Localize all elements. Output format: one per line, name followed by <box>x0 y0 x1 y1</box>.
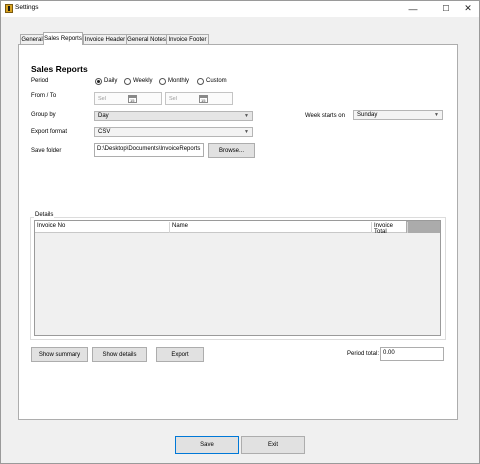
details-label: Details <box>34 212 55 218</box>
period-monthly-radio[interactable] <box>159 78 166 85</box>
period-monthly-label[interactable]: Monthly <box>168 78 189 84</box>
tab-sales-reports[interactable]: Sales Reports <box>43 32 83 45</box>
export-button[interactable]: Export <box>156 347 204 362</box>
save-folder-label: Save folder <box>31 148 62 154</box>
period-weekly-radio[interactable] <box>124 78 131 85</box>
chevron-down-icon: ▼ <box>244 129 249 135</box>
column-header-invoice-no[interactable]: Invoice No <box>35 222 170 233</box>
from-date-field[interactable]: Sel 15 <box>94 92 162 105</box>
chevron-down-icon: ▼ <box>434 112 439 118</box>
chevron-down-icon: ▼ <box>244 113 249 119</box>
browse-button[interactable]: Browse... <box>208 143 255 158</box>
show-details-button[interactable]: Show details <box>92 347 147 362</box>
window-title: Settings <box>15 4 39 11</box>
period-weekly-label[interactable]: Weekly <box>133 78 153 84</box>
column-header-name[interactable]: Name <box>170 222 372 233</box>
save-button[interactable]: Save <box>175 436 239 454</box>
calendar-icon[interactable]: 15 <box>199 95 208 103</box>
from-date-placeholder: Sel <box>98 96 106 102</box>
period-label: Period <box>31 78 49 84</box>
period-daily-radio[interactable] <box>95 78 102 85</box>
to-date-placeholder: Sel <box>169 96 177 102</box>
period-daily-label[interactable]: Daily <box>104 78 117 84</box>
calendar-icon[interactable]: 15 <box>128 95 137 103</box>
exit-button[interactable]: Exit <box>241 436 305 454</box>
export-format-select[interactable]: CSV ▼ <box>94 127 253 137</box>
period-custom-radio[interactable] <box>197 78 204 85</box>
grid-body[interactable] <box>35 233 440 335</box>
period-custom-label[interactable]: Custom <box>206 78 227 84</box>
minimize-icon: — <box>408 3 418 14</box>
week-starts-on-label: Week starts on <box>305 113 345 119</box>
week-starts-on-select[interactable]: Sunday ▼ <box>353 110 443 120</box>
section-title: Sales Reports <box>31 64 88 74</box>
title-bar: Settings — ☐ ✕ <box>0 0 480 17</box>
save-folder-input[interactable]: D:\Desktop\Documents\InvoiceReports <box>94 143 204 157</box>
minimize-button[interactable]: — <box>403 0 423 17</box>
period-total-field[interactable]: 0.00 <box>380 347 444 361</box>
maximize-button[interactable]: ☐ <box>436 0 456 17</box>
export-format-label: Export format <box>31 129 68 135</box>
show-summary-button[interactable]: Show summary <box>31 347 88 362</box>
group-by-label: Group by <box>31 112 56 118</box>
close-button[interactable]: ✕ <box>458 0 478 17</box>
maximize-icon: ☐ <box>442 4 450 13</box>
close-icon: ✕ <box>464 3 472 13</box>
app-icon <box>5 4 13 13</box>
from-to-label: From / To <box>31 93 57 99</box>
group-by-select[interactable]: Day ▼ <box>94 111 253 121</box>
period-total-label: Period total: <box>347 351 380 357</box>
to-date-field[interactable]: Sel 15 <box>165 92 233 105</box>
column-header-invoice-total[interactable]: Invoice Total <box>372 222 408 235</box>
